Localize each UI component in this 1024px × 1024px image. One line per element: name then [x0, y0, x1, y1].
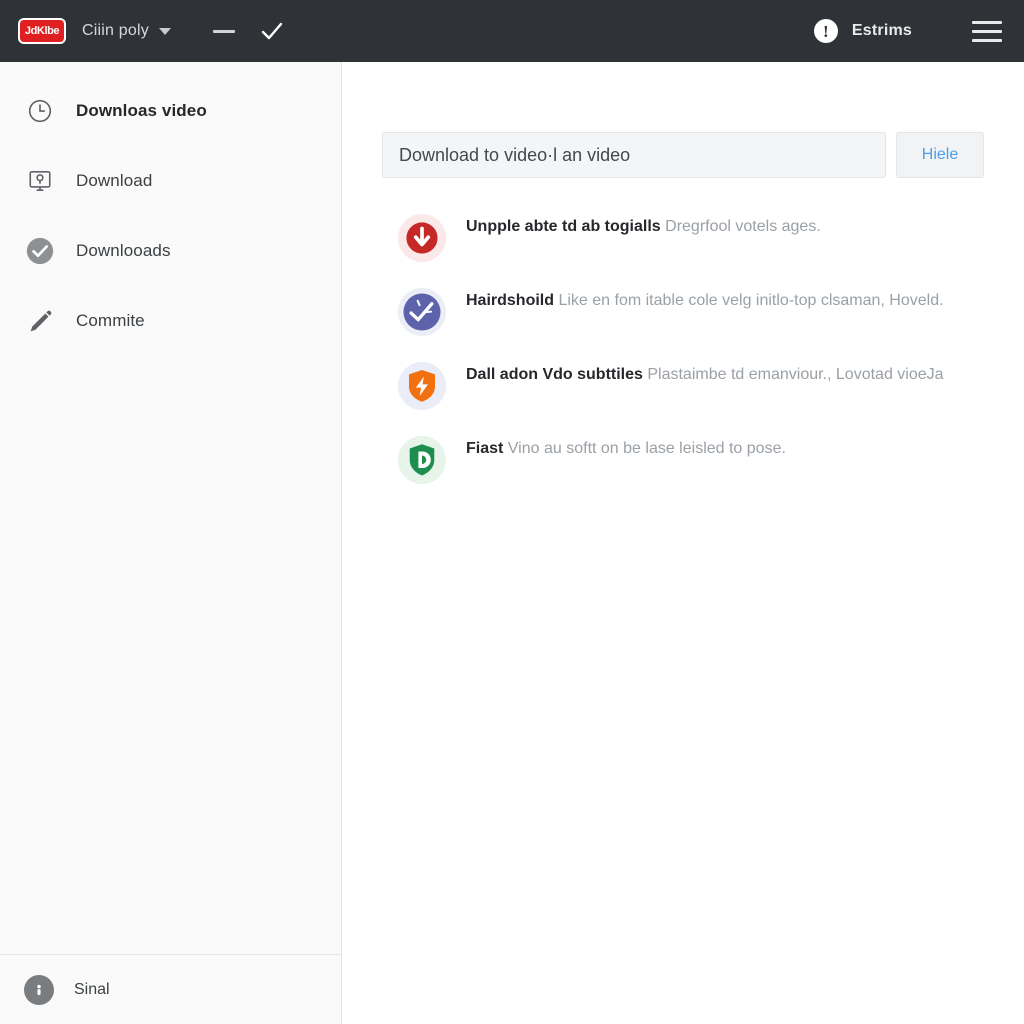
title-bar-right: ! Estrims: [813, 19, 1002, 43]
monitor-download-icon: [24, 165, 56, 197]
shield-bolt-icon: [398, 362, 446, 410]
sidebar: Downloas video Download Downlooads Commi…: [0, 62, 342, 1024]
sidebar-item-downlooads[interactable]: Downlooads: [0, 216, 341, 286]
window-title: Ciiin poly: [82, 22, 149, 39]
pencil-icon: [24, 305, 56, 337]
dash-icon: [212, 29, 235, 33]
body: Downloas video Download Downlooads Commi…: [0, 62, 1024, 1024]
hamburger-bar: [972, 38, 1002, 42]
minimize-button[interactable]: [207, 14, 241, 48]
list-item[interactable]: Hairdshoild Like en fom itable cole velg…: [382, 274, 984, 348]
chevron-down-icon[interactable]: [158, 27, 171, 35]
clock-icon: [24, 95, 56, 127]
app-logo-badge: JdKlbe: [20, 20, 64, 42]
list-item-text: Dall adon Vdo subttiles Plastaimbe td em…: [466, 360, 944, 386]
app-logo-text: JdKlbe: [24, 25, 60, 37]
status-label: Estrims: [851, 22, 912, 39]
sidebar-item-label: Download: [76, 171, 153, 190]
feature-list: Unpple abte td ab togialls Dregrfool vot…: [382, 200, 984, 496]
list-item-title: Unpple abte td ab togialls: [466, 218, 661, 235]
list-item-title: Dall adon Vdo subttiles: [466, 366, 643, 383]
check-circle-icon: [398, 288, 446, 336]
main-panel: Download to video·l an video Hiele Unppl…: [342, 62, 1024, 1024]
sidebar-item-commite[interactable]: Commite: [0, 286, 341, 356]
sidebar-item-label: Downlooads: [76, 241, 171, 260]
app-window: JdKlbe Ciiin poly ! Estrims Downloas vid…: [0, 0, 1024, 1024]
confirm-button[interactable]: [255, 14, 289, 48]
search-row: Download to video·l an video Hiele: [382, 132, 984, 178]
title-bar-left: JdKlbe Ciiin poly: [10, 14, 814, 48]
hamburger-icon[interactable]: [972, 20, 1002, 42]
sidebar-item-label: Commite: [76, 311, 145, 330]
check-icon: [261, 22, 283, 40]
list-item-subtitle: Plastaimbe td emanviour., Lovotad vioeJa: [647, 366, 944, 383]
list-item-subtitle: Vino au softt on be lase leisled to pose…: [507, 440, 786, 457]
sidebar-item-downloas-video[interactable]: Downloas video: [0, 76, 341, 146]
hide-button[interactable]: Hiele: [896, 132, 984, 178]
check-circle-icon: [24, 235, 56, 267]
list-item-text: Hairdshoild Like en fom itable cole velg…: [466, 286, 944, 312]
list-item-title: Hairdshoild: [466, 292, 555, 309]
sidebar-footer[interactable]: Sinal: [0, 954, 341, 1024]
list-item-subtitle: Dregrfool votels ages.: [665, 218, 821, 235]
search-input[interactable]: Download to video·l an video: [382, 132, 886, 178]
list-item[interactable]: Dall adon Vdo subttiles Plastaimbe td em…: [382, 348, 984, 422]
app-logo: JdKlbe: [18, 18, 66, 44]
shield-play-icon: [398, 436, 446, 484]
hamburger-bar: [972, 20, 1002, 24]
list-item-text: Unpple abte td ab togialls Dregrfool vot…: [466, 212, 821, 238]
sidebar-item-download[interactable]: Download: [0, 146, 341, 216]
alert-icon[interactable]: !: [813, 19, 838, 43]
list-item-title: Fiast: [466, 440, 504, 457]
list-item[interactable]: Unpple abte td ab togialls Dregrfool vot…: [382, 200, 984, 274]
list-item-text: Fiast Vino au softt on be lase leisled t…: [466, 434, 786, 460]
hamburger-bar: [972, 29, 1002, 33]
list-item[interactable]: Fiast Vino au softt on be lase leisled t…: [382, 422, 984, 496]
sidebar-nav: Downloas video Download Downlooads Commi…: [0, 62, 341, 954]
sidebar-footer-label: Sinal: [74, 980, 110, 998]
info-circle-icon: [24, 974, 54, 1005]
title-bar: JdKlbe Ciiin poly ! Estrims: [0, 0, 1024, 62]
download-arrow-icon: [398, 214, 446, 262]
list-item-subtitle: Like en fom itable cole velg initlo-top …: [558, 292, 944, 309]
sidebar-item-label: Downloas video: [76, 101, 207, 120]
